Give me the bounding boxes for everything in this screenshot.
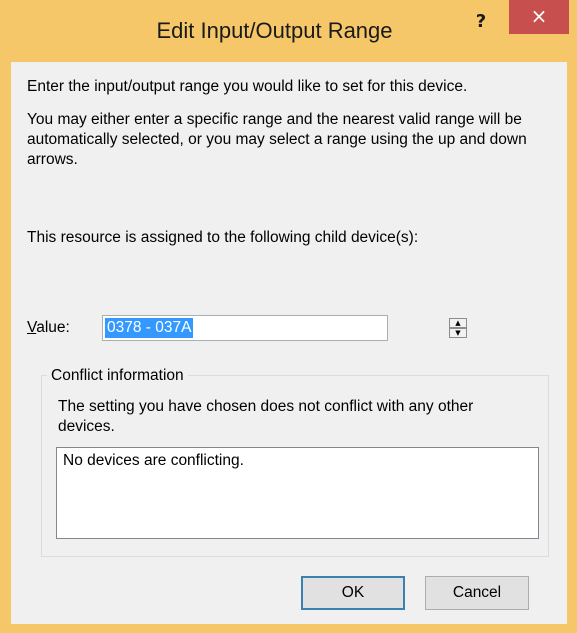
intro-text: Enter the input/output range you would l… xyxy=(27,78,468,95)
conflict-message: The setting you have chosen does not con… xyxy=(58,398,474,435)
value-spinner[interactable]: ▲ ▼ xyxy=(449,318,467,338)
conflict-list-text: No devices are conflicting. xyxy=(63,452,244,469)
value-label: Value: xyxy=(27,318,70,338)
triangle-down-icon: ▼ xyxy=(455,329,461,337)
dialog-window: Edit Input/Output Range ? × Enter the in… xyxy=(0,0,577,633)
value-label-mnemonic: V xyxy=(27,319,37,336)
conflict-list-box[interactable]: No devices are conflicting. xyxy=(56,447,539,539)
value-input[interactable]: 0378 - 037A ▲ ▼ xyxy=(102,315,467,341)
ok-button[interactable]: OK xyxy=(301,576,405,610)
close-button[interactable]: × xyxy=(509,0,569,34)
title-bar[interactable]: Edit Input/Output Range ? × xyxy=(0,0,577,60)
spin-up-button[interactable]: ▲ xyxy=(449,318,467,328)
spin-down-button[interactable]: ▼ xyxy=(449,328,467,338)
instructions-text: You may either enter a specific range an… xyxy=(27,111,527,168)
conflict-group-title: Conflict information xyxy=(47,366,188,386)
value-selected-text[interactable]: 0378 - 037A xyxy=(105,318,194,338)
cancel-button[interactable]: Cancel xyxy=(425,576,529,610)
close-icon: × xyxy=(530,4,548,28)
assigned-devices-text: This resource is assigned to the followi… xyxy=(27,229,419,246)
value-label-rest: alue: xyxy=(36,319,70,336)
help-button[interactable]: ? xyxy=(461,6,501,38)
dialog-client-area: Enter the input/output range you would l… xyxy=(11,62,567,624)
triangle-up-icon: ▲ xyxy=(455,319,461,327)
